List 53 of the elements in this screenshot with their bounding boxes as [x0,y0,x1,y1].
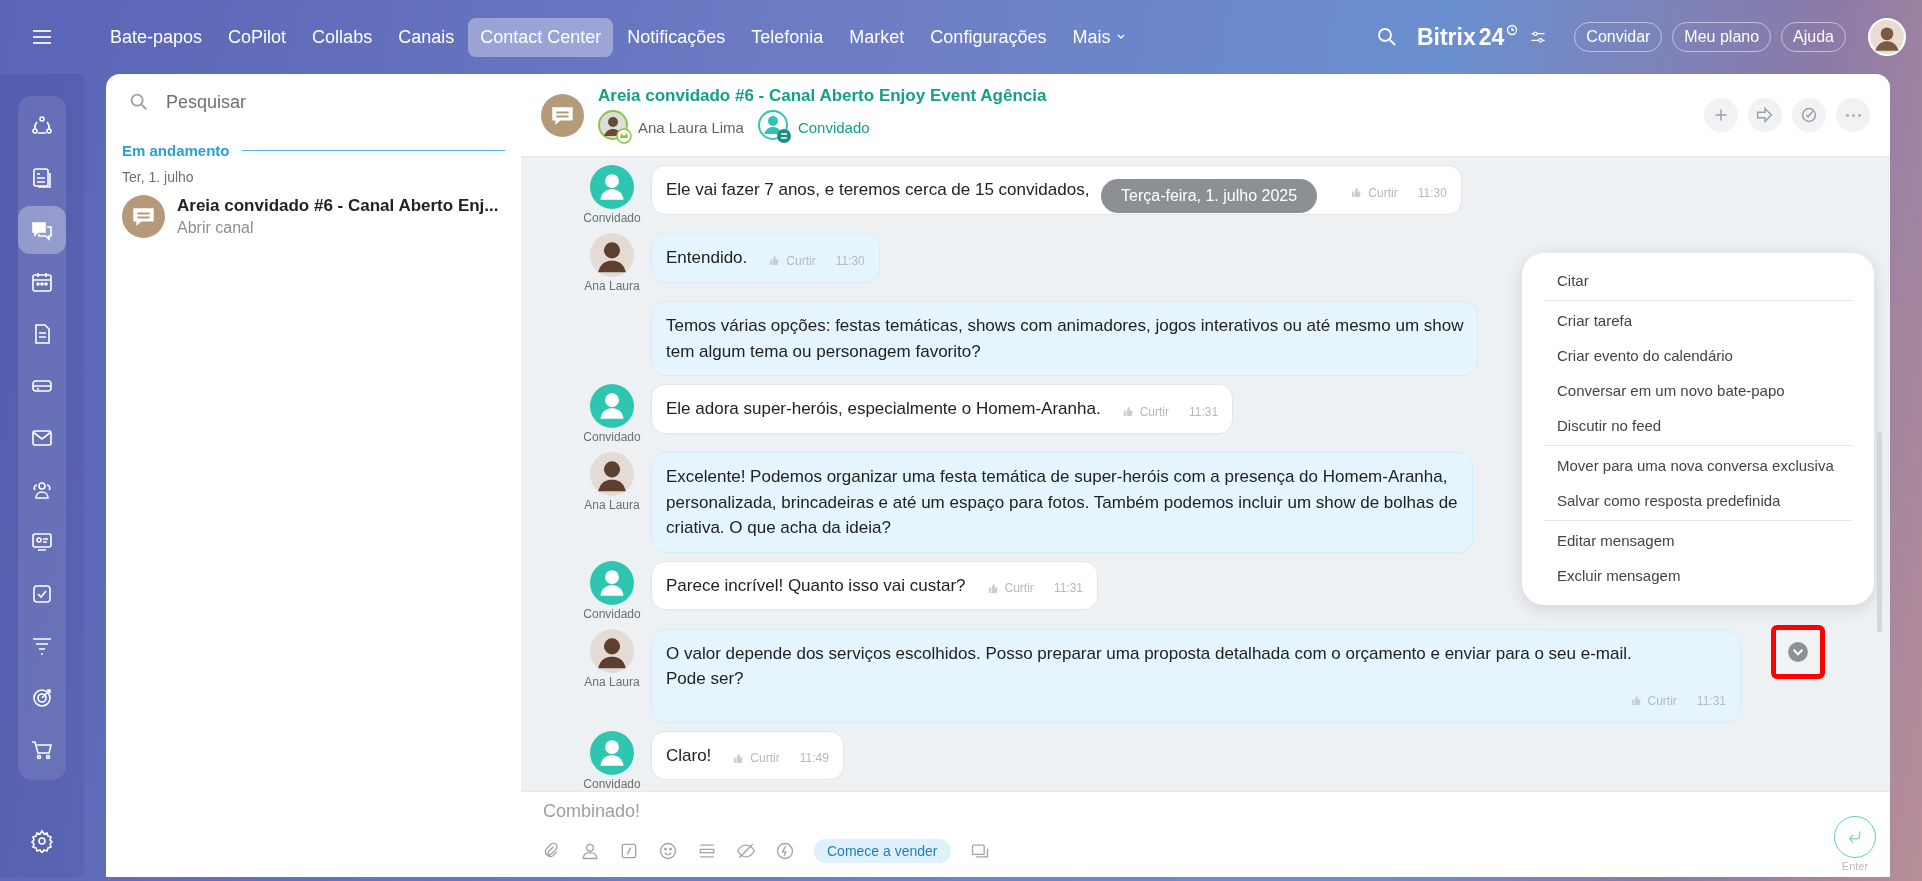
nav-tab[interactable]: Market [837,17,917,57]
menu-item[interactable]: Mover para uma nova conversa exclusiva [1544,448,1852,483]
chat-title: Areia convidado #6 - Canal Aberto Enjoy Event Agência [598,86,1047,106]
message-time: 11:49 [799,751,829,765]
message-text: Entendido. [666,247,748,269]
nav-tab[interactable]: CoPilot [216,17,299,57]
message-time: 11:30 [835,253,865,268]
author-name: Ana Laura [584,279,640,293]
message-time: 11:31 [1696,693,1726,708]
message-text: Temos várias opções: festas temáticas, shows com animadores, jogos interativos ou até mesmo um show tem algum tema ou personagem favorito? [666,315,1464,363]
menu-item[interactable]: Excluir mensagem [1544,558,1852,593]
author-name: Convidado [583,606,641,621]
message-time: 11:31 [1189,404,1219,419]
nav-tab[interactable]: Collabs [300,17,385,57]
message-time: 11:30 [1417,185,1447,200]
send-hint: Enter [1841,860,1869,872]
author-name: Convidado [583,211,641,225]
chat-title: Areia convidado #6 - Canal Aberto Enj... [177,196,499,216]
message-text: Claro! [666,744,712,767]
nav-tab[interactable]: Notificações [615,17,738,57]
message-text: Excelente! Podemos organizar uma festa temática de super-heróis com a presença do Homem-Aranha, personalizada, brincadeiras e até um espaço para fotos. Também podemos incluir um show de bolhas de criativa. O que acha da ideia? [666,466,1458,539]
menu-item[interactable]: Criar evento do calendário [1544,338,1852,373]
message-input[interactable]: Combinado! [541,800,1445,823]
message-text: O valor depende dos serviços escolhidos. Posso preparar uma proposta detalhada com o orçamento e enviar para o seu e-mail. Pode ser? [666,642,1632,690]
nav-tab[interactable]: Canais [386,17,467,57]
message-text: Ele adora super-heróis, especialmente o Homem-Aranha. [666,398,1101,420]
section-title: Em andamento [122,142,230,159]
menu-item[interactable]: Salvar como resposta predefinida [1544,483,1852,518]
sell-chip[interactable]: Comece a vender [814,839,951,863]
author-name: Ana Laura [584,674,640,689]
menu-item[interactable]: Editar mensagem [1544,523,1852,558]
nav-tab[interactable]: Bate-papos [98,17,215,57]
member-name: Ana Laura Lima [638,118,744,136]
author-name: Convidado [583,776,641,791]
nav-tab[interactable]: Contact Center [468,17,614,57]
menu-item[interactable]: Discutir no feed [1544,408,1852,443]
date-label: Ter, 1. julho [122,169,195,185]
menu-item[interactable]: Criar tarefa [1544,303,1852,338]
member-name: Convidado [797,118,870,136]
author-name: Ana Laura [584,498,640,512]
nav-tab[interactable]: Configurações [918,17,1059,57]
nav-tab[interactable]: Mais [1060,17,1139,57]
message-text: Parece incrível! Quanto isso vai custar? [666,574,966,597]
message-time: 11:31 [1053,581,1083,595]
menu-item[interactable]: Citar [1544,263,1852,298]
chat-list-item[interactable]: Areia convidado #6 - Canal Aberto Enj... Abrir canal [122,195,505,238]
menu-item[interactable]: Conversar em um novo bate-papo [1544,373,1852,408]
chat-subtitle: Abrir canal [177,219,255,237]
logo: Bitrix24 [1416,23,1519,51]
date-divider: Terça-feira, 1. julho 2025 [1101,179,1318,213]
author-name: Convidado [583,430,641,444]
message-text: Ele vai fazer 7 anos, e teremos cerca de 15 convidados, [666,179,1090,201]
nav-tab[interactable]: Telefonia [739,17,836,57]
